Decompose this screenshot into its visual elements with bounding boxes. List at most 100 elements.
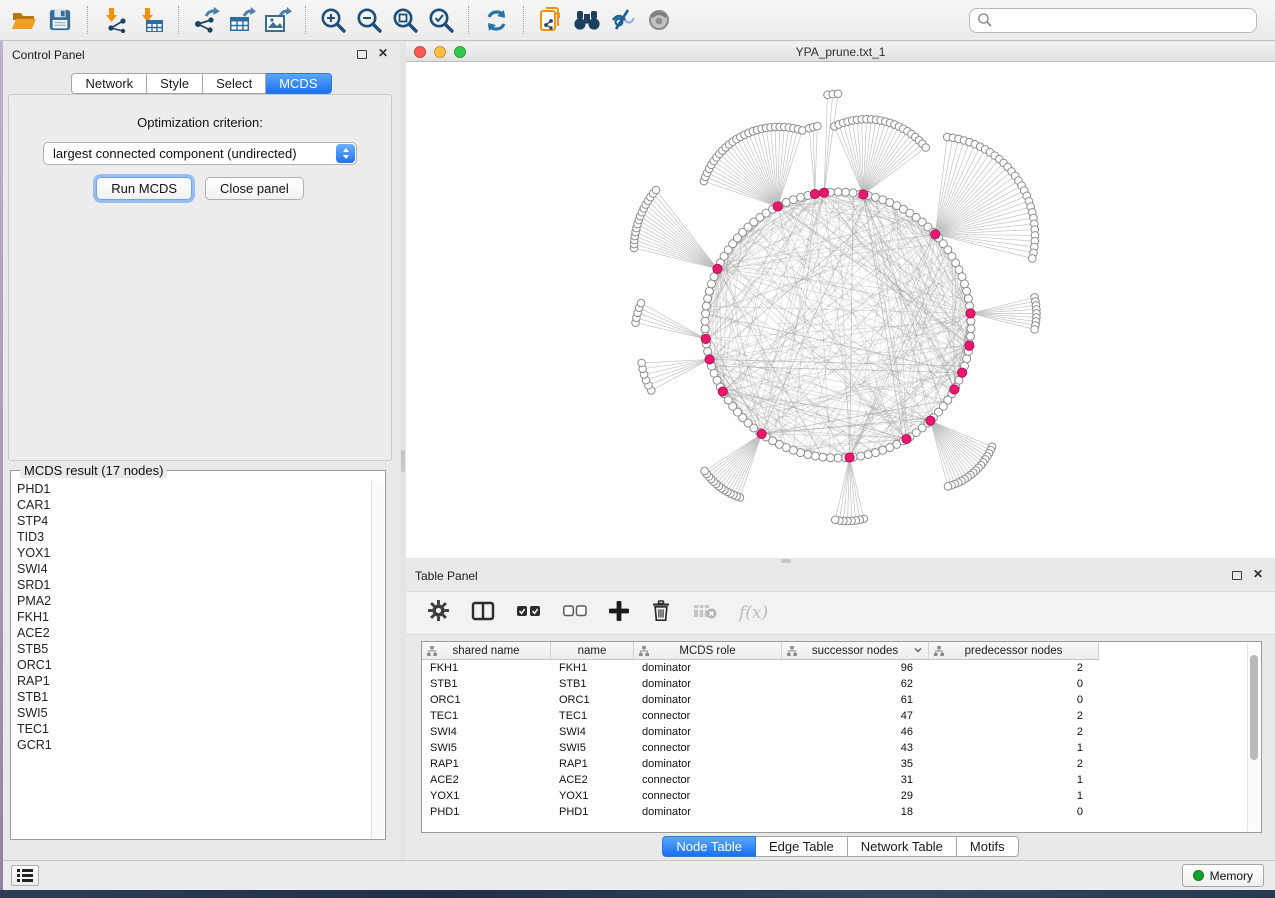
network-edge[interactable] [930, 421, 961, 481]
network-node[interactable] [804, 451, 812, 459]
table-row[interactable]: STB1STB1dominator620 [422, 676, 1261, 692]
network-node[interactable] [871, 449, 879, 457]
table-cell[interactable]: 1 [929, 790, 1099, 802]
table-row[interactable]: ACE2ACE2connector311 [422, 772, 1261, 788]
tab-mcds[interactable]: MCDS [266, 73, 331, 94]
network-node[interactable] [963, 355, 971, 363]
zoom-out-button[interactable] [351, 3, 387, 37]
network-canvas[interactable] [406, 62, 1275, 558]
table-cell[interactable]: 62 [782, 678, 929, 690]
network-edge[interactable] [824, 94, 833, 193]
mcds-result-item[interactable]: STP4 [17, 513, 370, 529]
network-node[interactable] [797, 193, 805, 201]
network-node[interactable] [967, 332, 975, 340]
clone-network-button[interactable] [533, 3, 569, 37]
network-node[interactable] [834, 454, 842, 462]
network-edge[interactable] [705, 177, 777, 207]
network-edge[interactable] [722, 151, 777, 207]
table-cell[interactable]: dominator [634, 726, 782, 738]
network-edge[interactable] [935, 163, 1003, 234]
network-node[interactable] [831, 516, 839, 524]
network-node[interactable] [864, 451, 872, 459]
mcds-result-item[interactable]: STB5 [17, 641, 370, 657]
deselect-all-button[interactable] [563, 604, 587, 622]
scrollbar-thumb[interactable] [1250, 655, 1258, 760]
mcds-result-item[interactable]: FKH1 [17, 609, 370, 625]
mcds-result-item[interactable]: PHD1 [17, 481, 370, 497]
float-panel-icon[interactable] [1232, 571, 1242, 580]
maximize-window-icon[interactable] [454, 46, 466, 58]
network-node[interactable] [705, 287, 713, 295]
network-edge[interactable] [850, 457, 864, 518]
table-cell[interactable]: 31 [782, 774, 929, 786]
optimization-criterion-select[interactable]: largest connected component (undirected) [43, 142, 357, 165]
table-cell[interactable]: connector [634, 774, 782, 786]
network-edge[interactable] [970, 297, 1034, 313]
column-header-successor-nodes[interactable]: successor nodes [782, 642, 929, 660]
table-cell[interactable]: 2 [929, 710, 1099, 722]
table-cell[interactable]: ACE2 [551, 774, 634, 786]
network-edge[interactable] [863, 144, 922, 195]
table-cell[interactable]: STB1 [551, 678, 634, 690]
network-edge[interactable] [863, 125, 894, 195]
network-node[interactable] [849, 189, 857, 197]
table-row[interactable]: ORC1ORC1dominator610 [422, 692, 1261, 708]
column-header-predecessor-nodes[interactable]: predecessor nodes [929, 642, 1099, 660]
table-settings-button[interactable] [428, 600, 449, 626]
import-network-button[interactable] [97, 3, 133, 37]
network-node[interactable] [960, 280, 968, 288]
table-cell[interactable]: 0 [929, 806, 1099, 818]
table-cell[interactable]: YOX1 [551, 790, 634, 802]
table-cell[interactable]: SWI5 [422, 742, 551, 754]
table-row[interactable]: YOX1YOX1connector291 [422, 788, 1261, 804]
network-hub-node[interactable] [773, 202, 782, 211]
mcds-result-item[interactable]: ACE2 [17, 625, 370, 641]
table-cell[interactable]: 18 [782, 806, 929, 818]
table-row[interactable]: RAP1RAP1dominator352 [422, 756, 1261, 772]
export-image-button[interactable] [260, 3, 296, 37]
network-edge[interactable] [778, 128, 794, 206]
show-hide-button[interactable] [641, 3, 677, 37]
tab-style[interactable]: Style [147, 73, 203, 94]
network-edge[interactable] [638, 224, 718, 269]
table-cell[interactable]: 1 [929, 742, 1099, 754]
network-hub-node[interactable] [902, 434, 911, 443]
column-header-MCDS-role[interactable]: MCDS role [634, 642, 782, 660]
network-node[interactable] [702, 302, 710, 310]
mcds-result-item[interactable]: STB1 [17, 689, 370, 705]
table-cell[interactable]: TEC1 [551, 710, 634, 722]
network-edge[interactable] [650, 197, 717, 269]
table-cell[interactable]: 35 [782, 758, 929, 770]
table-cell[interactable]: 2 [929, 758, 1099, 770]
table-cell[interactable]: ACE2 [422, 774, 551, 786]
network-hub-node[interactable] [931, 230, 940, 239]
network-node[interactable] [637, 299, 645, 307]
table-cell[interactable]: FKH1 [422, 662, 551, 674]
tab-node-table[interactable]: Node Table [662, 836, 756, 857]
network-edge[interactable] [970, 313, 1036, 321]
table-row[interactable]: SWI5SWI5connector431 [422, 740, 1261, 756]
function-builder-button[interactable]: f(x) [739, 603, 768, 623]
table-cell[interactable]: 2 [929, 662, 1099, 674]
table-cell[interactable]: 1 [929, 774, 1099, 786]
mcds-result-item[interactable]: SWI4 [17, 561, 370, 577]
network-edge[interactable] [714, 161, 778, 206]
column-header-shared-name[interactable]: shared name [422, 642, 551, 660]
network-edge[interactable] [730, 434, 761, 493]
table-row[interactable]: PHD1PHD1dominator180 [422, 804, 1261, 820]
network-node[interactable] [944, 483, 952, 491]
network-node[interactable] [704, 347, 712, 355]
network-node[interactable] [834, 188, 842, 196]
network-hub-node[interactable] [845, 453, 854, 462]
table-cell[interactable]: 0 [929, 678, 1099, 690]
network-edge[interactable] [646, 205, 718, 269]
network-node[interactable] [701, 467, 709, 475]
network-edge[interactable] [848, 122, 864, 195]
mcds-result-item[interactable]: TEC1 [17, 721, 370, 737]
table-row[interactable]: TEC1TEC1connector472 [422, 708, 1261, 724]
network-node[interactable] [842, 188, 850, 196]
tab-motifs[interactable]: Motifs [957, 836, 1019, 857]
search-field-container[interactable] [969, 8, 1257, 33]
save-session-button[interactable] [42, 3, 78, 37]
mcds-result-item[interactable]: SRD1 [17, 577, 370, 593]
